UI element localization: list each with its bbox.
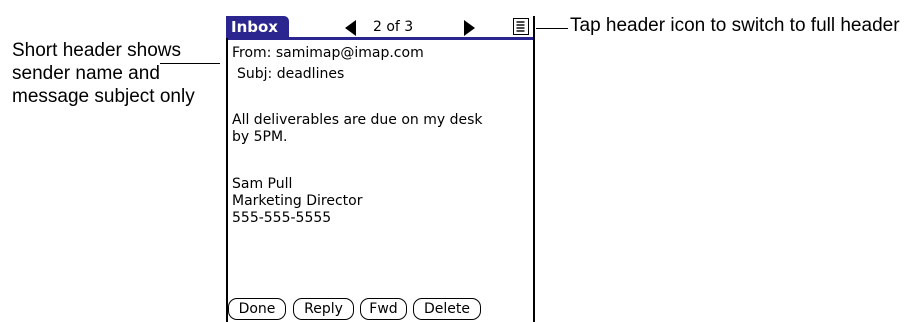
message-body: All deliverables are due on my desk by 5… xyxy=(232,112,483,146)
signature-line: Marketing Director xyxy=(232,193,363,209)
body-line: by 5PM. xyxy=(232,129,288,145)
forward-button[interactable]: Fwd xyxy=(360,298,407,320)
subject-label: Subj: xyxy=(237,66,273,82)
from-label: From: xyxy=(232,45,272,61)
from-value: samimap@imap.com xyxy=(275,45,424,61)
titlebar: Inbox 2 of 3 xyxy=(226,16,535,40)
header-toggle-icon[interactable] xyxy=(513,18,529,35)
done-button[interactable]: Done xyxy=(228,298,286,320)
short-header-leader-line xyxy=(160,63,220,64)
inbox-tab[interactable]: Inbox xyxy=(226,16,289,38)
subject-value: deadlines xyxy=(276,66,345,82)
reply-button[interactable]: Reply xyxy=(293,298,354,320)
previous-message-arrow-icon[interactable] xyxy=(345,20,356,36)
next-message-arrow-icon[interactable] xyxy=(464,20,475,36)
short-header-callout: Short header shows sender name and messa… xyxy=(12,40,195,107)
screen-right-edge xyxy=(533,16,535,322)
message-view-screen: Inbox 2 of 3 From: samimap@imap.com Subj… xyxy=(226,16,536,322)
delete-button[interactable]: Delete xyxy=(413,298,481,320)
message-signature: Sam Pull Marketing Director 555-555-5555 xyxy=(232,176,362,227)
body-line: All deliverables are due on my desk xyxy=(232,112,483,128)
subject-line: Subj: deadlines xyxy=(237,66,344,83)
from-line: From: samimap@imap.com xyxy=(232,45,424,62)
signature-line: 555-555-5555 xyxy=(232,210,332,226)
signature-line: Sam Pull xyxy=(232,176,293,192)
header-icon-leader-line xyxy=(535,28,568,29)
screen-left-edge xyxy=(226,38,228,322)
header-icon-callout: Tap header icon to switch to full header xyxy=(570,15,900,36)
page-indicator: 2 of 3 xyxy=(373,19,414,35)
